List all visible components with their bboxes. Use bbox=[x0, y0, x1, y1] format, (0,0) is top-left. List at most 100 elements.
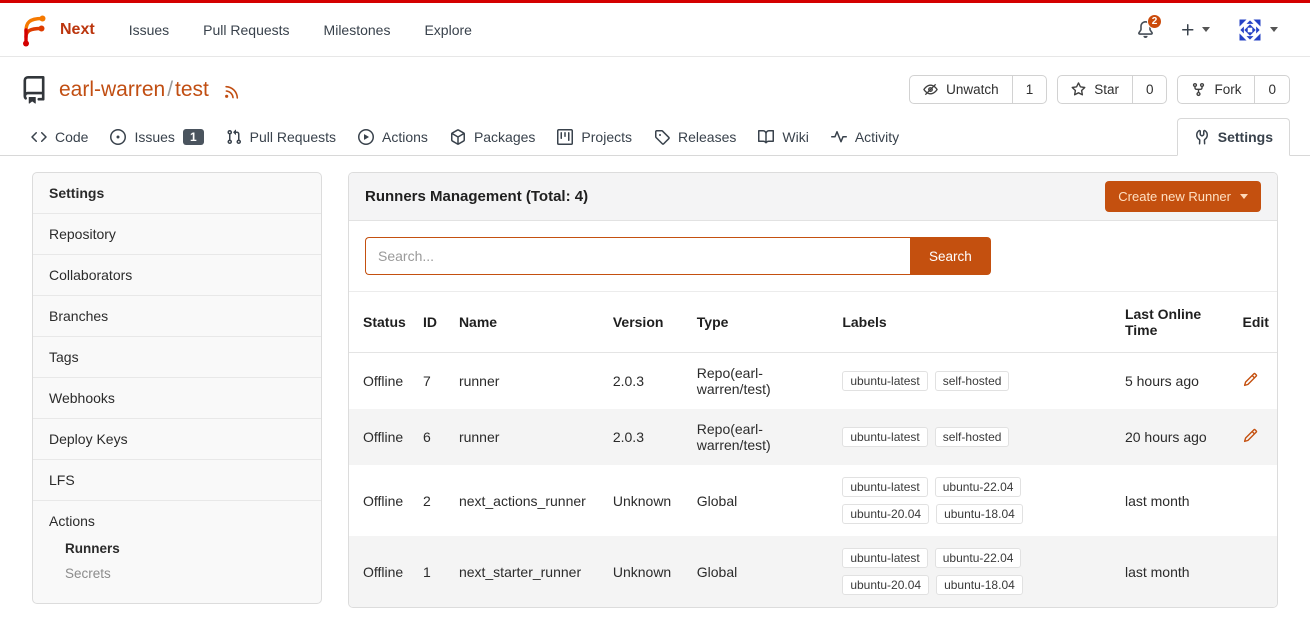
repo-header: earl-warren/test Unwatch 1 Star 0 bbox=[0, 57, 1310, 118]
col-type: Type bbox=[689, 292, 835, 353]
user-menu-button[interactable] bbox=[1236, 16, 1278, 44]
repo-tabbar: Code Issues 1 Pull Requests Actions Pack… bbox=[0, 118, 1310, 156]
create-new-menu-button[interactable] bbox=[1180, 22, 1210, 38]
tab-wiki[interactable]: Wiki bbox=[747, 118, 819, 155]
tab-settings-label: Settings bbox=[1218, 129, 1273, 145]
repo-actions: Unwatch 1 Star 0 Fork 0 bbox=[909, 75, 1290, 104]
star-label: Star bbox=[1094, 82, 1119, 97]
watch-count[interactable]: 1 bbox=[1012, 76, 1047, 103]
runner-last-online: 5 hours ago bbox=[1117, 353, 1235, 410]
sidebar-item-branches[interactable]: Branches bbox=[33, 296, 321, 337]
nav-pull-requests-link[interactable]: Pull Requests bbox=[203, 22, 289, 38]
runner-row: Offline 6 runner 2.0.3 Repo(earl-warren/… bbox=[349, 409, 1277, 465]
sidebar-item-webhooks[interactable]: Webhooks bbox=[33, 378, 321, 419]
tab-projects[interactable]: Projects bbox=[546, 118, 643, 155]
tab-releases-label: Releases bbox=[678, 129, 736, 145]
sidebar-subitem-runners[interactable]: Runners bbox=[65, 541, 305, 556]
label-chip: self-hosted bbox=[935, 427, 1010, 447]
unwatch-button[interactable]: Unwatch bbox=[910, 76, 1012, 103]
nav-milestones-link[interactable]: Milestones bbox=[324, 22, 391, 38]
runner-row: Offline 2 next_actions_runner Unknown Gl… bbox=[349, 465, 1277, 536]
pull-request-icon bbox=[226, 129, 242, 145]
book-icon bbox=[758, 129, 774, 145]
forgejo-logo-icon[interactable] bbox=[16, 12, 52, 48]
star-button[interactable]: Star bbox=[1058, 76, 1132, 103]
star-button-group: Star 0 bbox=[1057, 75, 1167, 104]
sidebar-item-collaborators[interactable]: Collaborators bbox=[33, 255, 321, 296]
nav-issues-link[interactable]: Issues bbox=[129, 22, 169, 38]
tab-issues-label: Issues bbox=[134, 129, 174, 145]
col-edit: Edit bbox=[1235, 292, 1278, 353]
chevron-down-icon bbox=[1270, 27, 1278, 32]
user-avatar bbox=[1236, 16, 1264, 44]
star-count[interactable]: 0 bbox=[1132, 76, 1167, 103]
runner-id: 2 bbox=[415, 465, 451, 536]
tab-code[interactable]: Code bbox=[20, 118, 99, 155]
create-runner-button[interactable]: Create new Runner bbox=[1105, 181, 1261, 212]
eye-slash-icon bbox=[923, 82, 938, 97]
top-navbar: Next Issues Pull Requests Milestones Exp… bbox=[0, 3, 1310, 57]
chevron-down-icon bbox=[1240, 194, 1248, 199]
fork-count[interactable]: 0 bbox=[1254, 76, 1289, 103]
runner-last-online: last month bbox=[1117, 465, 1235, 536]
col-name: Name bbox=[451, 292, 605, 353]
col-version: Version bbox=[605, 292, 689, 353]
tab-settings[interactable]: Settings bbox=[1177, 118, 1290, 156]
brand-label[interactable]: Next bbox=[60, 21, 95, 39]
col-id: ID bbox=[415, 292, 451, 353]
edit-runner-button[interactable] bbox=[1243, 428, 1258, 443]
fork-icon bbox=[1191, 82, 1206, 97]
tab-pull-requests-label: Pull Requests bbox=[250, 129, 336, 145]
runner-row: Offline 1 next_starter_runner Unknown Gl… bbox=[349, 536, 1277, 607]
sidebar-item-tags[interactable]: Tags bbox=[33, 337, 321, 378]
tab-pull-requests[interactable]: Pull Requests bbox=[215, 118, 347, 155]
tab-activity[interactable]: Activity bbox=[820, 118, 910, 155]
runner-labels: ubuntu-latest self-hosted bbox=[842, 371, 1042, 391]
rss-icon[interactable] bbox=[224, 83, 241, 100]
sidebar-item-lfs[interactable]: LFS bbox=[33, 460, 321, 501]
runner-id: 6 bbox=[415, 409, 451, 465]
watch-button-group: Unwatch 1 bbox=[909, 75, 1047, 104]
col-last-online: Last Online Time bbox=[1117, 292, 1235, 353]
sidebar-item-actions[interactable]: Actions Runners Secrets bbox=[33, 501, 321, 603]
tab-packages-label: Packages bbox=[474, 129, 535, 145]
notification-count-badge: 2 bbox=[1147, 14, 1162, 29]
sidebar-actions-sublist: Runners Secrets bbox=[49, 541, 305, 581]
search-button[interactable]: Search bbox=[910, 237, 991, 275]
notifications-button[interactable]: 2 bbox=[1137, 21, 1154, 38]
runner-labels: ubuntu-latest self-hosted bbox=[842, 427, 1042, 447]
runner-name: next_actions_runner bbox=[451, 465, 605, 536]
tab-packages[interactable]: Packages bbox=[439, 118, 546, 155]
tab-projects-label: Projects bbox=[581, 129, 632, 145]
label-chip: ubuntu-latest bbox=[842, 477, 927, 497]
edit-runner-button[interactable] bbox=[1243, 372, 1258, 387]
play-circle-icon bbox=[358, 129, 374, 145]
tab-code-label: Code bbox=[55, 129, 88, 145]
runner-name: runner bbox=[451, 353, 605, 410]
repo-name-link[interactable]: test bbox=[175, 78, 209, 101]
sidebar-subitem-secrets[interactable]: Secrets bbox=[65, 566, 305, 581]
label-chip: ubuntu-latest bbox=[842, 548, 927, 568]
nav-explore-link[interactable]: Explore bbox=[424, 22, 471, 38]
repo-owner-link[interactable]: earl-warren bbox=[59, 78, 165, 101]
search-input[interactable] bbox=[365, 237, 910, 275]
runner-status: Offline bbox=[349, 536, 415, 607]
runner-type: Global bbox=[697, 564, 737, 580]
tab-releases[interactable]: Releases bbox=[643, 118, 747, 155]
sidebar-header-settings: Settings bbox=[33, 173, 321, 214]
sidebar-item-repository[interactable]: Repository bbox=[33, 214, 321, 255]
runner-status: Offline bbox=[349, 409, 415, 465]
tab-issues[interactable]: Issues 1 bbox=[99, 118, 214, 155]
search-row: Search bbox=[349, 221, 1277, 291]
label-chip: ubuntu-latest bbox=[842, 427, 927, 447]
runner-id: 7 bbox=[415, 353, 451, 410]
fork-button[interactable]: Fork bbox=[1178, 76, 1254, 103]
sidebar-item-deploy-keys[interactable]: Deploy Keys bbox=[33, 419, 321, 460]
tab-actions[interactable]: Actions bbox=[347, 118, 439, 155]
runner-row: Offline 7 runner 2.0.3 Repo(earl-warren/… bbox=[349, 353, 1277, 410]
label-chip: self-hosted bbox=[935, 371, 1010, 391]
runner-version: Unknown bbox=[605, 465, 689, 536]
tab-actions-label: Actions bbox=[382, 129, 428, 145]
runner-labels: ubuntu-latest ubuntu-22.04 ubuntu-20.04 … bbox=[842, 548, 1042, 595]
col-labels: Labels bbox=[834, 292, 1117, 353]
